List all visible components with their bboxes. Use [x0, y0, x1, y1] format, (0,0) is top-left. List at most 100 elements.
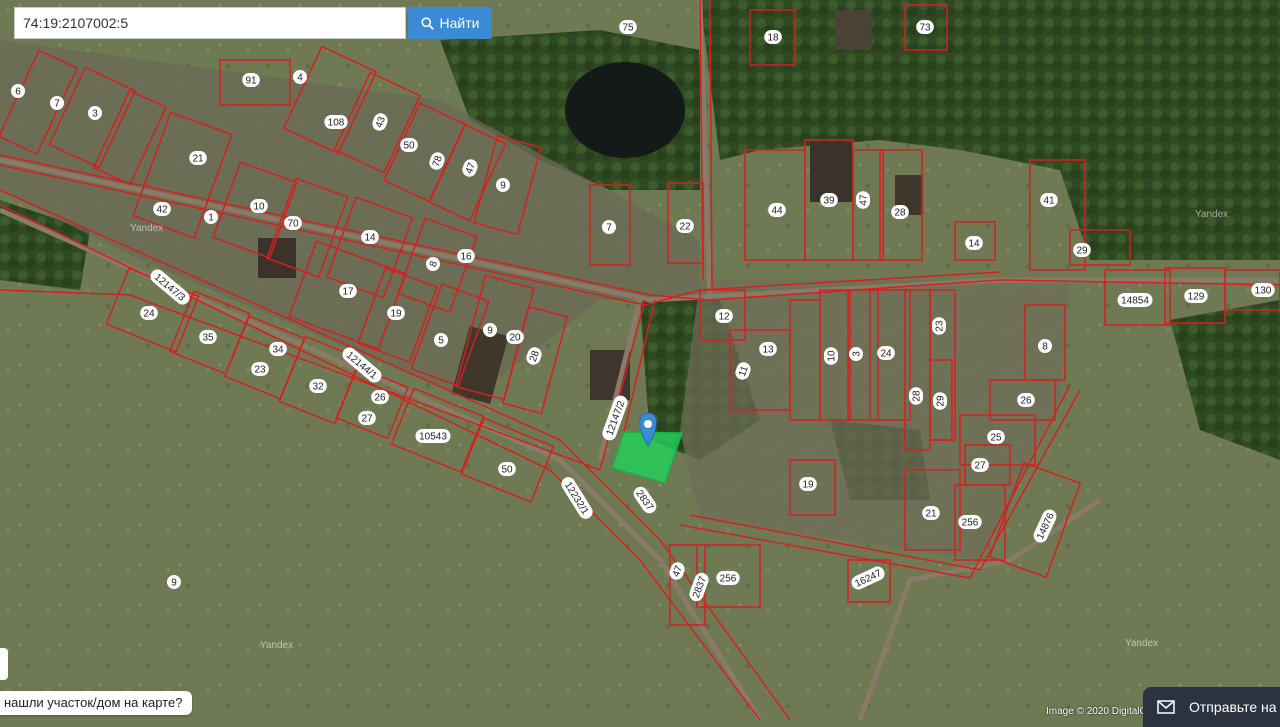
svg-text:6: 6 [15, 87, 21, 98]
parcel-label: 23 [251, 362, 269, 376]
parcel-label: 24 [140, 306, 158, 320]
svg-text:26: 26 [1020, 396, 1032, 407]
parcel-label: 27 [358, 411, 376, 425]
parcel-label: 9 [483, 323, 497, 337]
svg-text:10: 10 [253, 202, 265, 213]
svg-text:32: 32 [312, 382, 324, 393]
svg-text:27: 27 [974, 461, 986, 472]
search-button-label: Найти [439, 15, 480, 31]
search-button[interactable]: Найти [408, 7, 492, 39]
side-panel-toggle[interactable] [0, 648, 8, 680]
chat-label: Отправьте на [1189, 699, 1277, 715]
copyright: Image © 2020 DigitalG [1046, 706, 1148, 717]
satellite-map[interactable]: 12147/312144/112232/112147/2283710543148… [0, 0, 1280, 720]
svg-text:8: 8 [1042, 342, 1048, 353]
parcel-label: 24 [877, 346, 895, 360]
svg-text:129: 129 [1188, 292, 1205, 303]
svg-text:28: 28 [894, 208, 906, 219]
parcel-label: 14 [965, 236, 983, 250]
svg-text:5: 5 [438, 336, 444, 347]
svg-text:47: 47 [859, 194, 870, 206]
search-input[interactable]: 74:19:2107002:5 [14, 7, 406, 39]
svg-text:20: 20 [509, 333, 521, 344]
svg-text:9: 9 [487, 326, 493, 337]
svg-text:73: 73 [919, 23, 931, 34]
parcel-label: 4 [293, 70, 307, 84]
svg-text:256: 256 [962, 518, 979, 529]
svg-text:42: 42 [156, 205, 168, 216]
parcel-label: 6 [11, 84, 25, 98]
svg-text:19: 19 [390, 309, 402, 320]
svg-text:7: 7 [54, 99, 60, 110]
parcel-label: 130 [1251, 283, 1275, 297]
parcel-label: 32 [309, 379, 327, 393]
parcel-label: 16 [457, 249, 475, 263]
svg-text:14854: 14854 [1121, 296, 1149, 307]
svg-text:21: 21 [192, 154, 204, 165]
parcel-label: 50 [498, 462, 516, 476]
parcel-label: 10543 [415, 429, 451, 443]
svg-text:14: 14 [364, 233, 376, 244]
svg-text:50: 50 [403, 141, 415, 152]
parcel-label: 22 [676, 219, 694, 233]
parcel-label: 256 [958, 515, 982, 529]
svg-text:13: 13 [762, 345, 774, 356]
parcel-label: 44 [768, 203, 786, 217]
svg-text:35: 35 [202, 333, 214, 344]
parcel-label: 18 [764, 30, 782, 44]
parcel-label: 129 [1184, 289, 1208, 303]
parcel-label: 10 [824, 347, 838, 365]
parcel-label: 3 [88, 106, 102, 120]
svg-text:29: 29 [936, 395, 947, 407]
parcel-label: 25 [987, 430, 1005, 444]
help-prompt[interactable]: нашли участок/дом на карте? [0, 691, 193, 715]
svg-text:18: 18 [767, 33, 779, 44]
svg-text:91: 91 [245, 76, 257, 87]
svg-text:4: 4 [297, 73, 303, 84]
svg-text:9: 9 [171, 578, 177, 589]
pond [565, 62, 685, 158]
parcel-label: 21 [922, 506, 940, 520]
svg-text:50: 50 [501, 465, 513, 476]
parcel-label: 7 [50, 96, 64, 110]
svg-text:24: 24 [143, 309, 155, 320]
parcel-label: 28 [909, 387, 923, 405]
svg-text:26: 26 [374, 393, 386, 404]
svg-text:70: 70 [287, 219, 299, 230]
parcel-label: 17 [339, 284, 357, 298]
svg-text:27: 27 [361, 414, 373, 425]
svg-text:256: 256 [720, 574, 737, 585]
parcel-label: 256 [716, 571, 740, 585]
parcel-label: 26 [371, 390, 389, 404]
parcel-label: 12 [715, 309, 733, 323]
svg-text:14: 14 [968, 239, 980, 250]
parcel-label: 10 [250, 199, 268, 213]
parcel-label: 19 [799, 477, 817, 491]
parcel-label: 13 [759, 342, 777, 356]
parcel-label: 29 [1073, 243, 1091, 257]
parcel-label: 73 [916, 20, 934, 34]
parcel-label: 14854 [1117, 293, 1153, 307]
svg-text:44: 44 [771, 206, 783, 217]
svg-text:16: 16 [460, 252, 472, 263]
svg-text:21: 21 [925, 509, 937, 520]
parcel-label: 5 [434, 333, 448, 347]
parcel-label: 14 [361, 230, 379, 244]
search-icon [420, 16, 434, 30]
parcel-label: 70 [284, 216, 302, 230]
svg-text:3: 3 [92, 109, 98, 120]
svg-text:29: 29 [1076, 246, 1088, 257]
parcel-label: 26 [1017, 393, 1035, 407]
svg-text:7: 7 [606, 223, 612, 234]
svg-text:1: 1 [208, 213, 214, 224]
svg-text:22: 22 [679, 222, 691, 233]
chat-widget[interactable]: Отправьте на [1143, 687, 1280, 727]
parcel-label: 39 [820, 193, 838, 207]
parcel-label: 9 [496, 178, 510, 192]
parcel-label: 19 [387, 306, 405, 320]
parcel-label: 47 [856, 191, 870, 209]
envelope-icon [1157, 700, 1175, 714]
parcel-label: 27 [971, 458, 989, 472]
map-watermark: Yandex [1195, 209, 1229, 220]
parcel-label: 50 [400, 138, 418, 152]
